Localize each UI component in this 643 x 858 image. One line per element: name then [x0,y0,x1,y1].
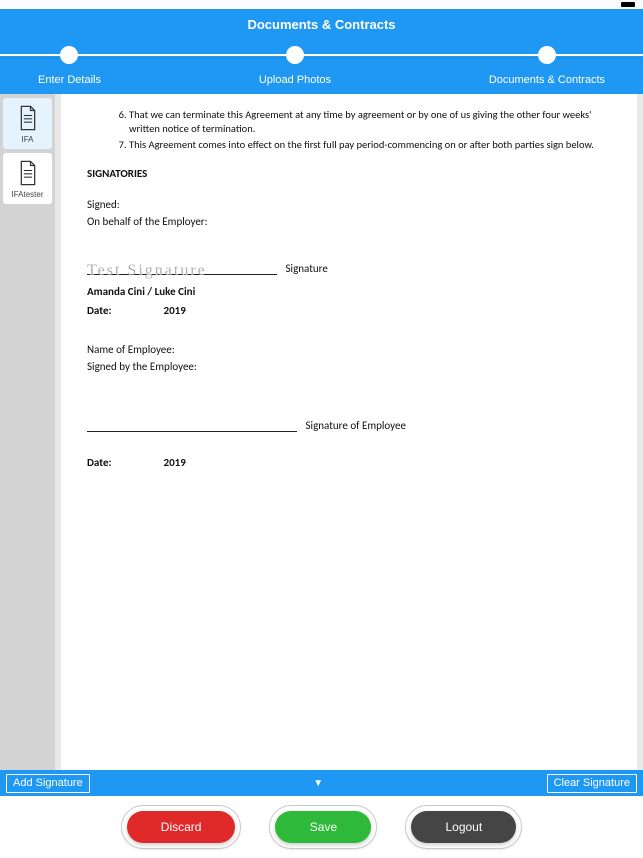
step-enter-details[interactable]: Enter Details [38,46,101,86]
signature-caption: Signature [286,262,328,275]
step-documents-contracts[interactable]: Documents & Contracts [489,46,605,86]
signature-caption: Signature of Employee [306,419,406,432]
device-status-bar [0,0,643,9]
signed-by-employee-label: Signed by the Employee: [87,360,611,373]
signed-label: Signed: [87,198,611,211]
clause-list: That we can terminate this Agreement at … [87,108,611,153]
date-label: Date: [87,456,161,469]
signature-action-bar: Add Signature ▼ Clear Signature [0,770,643,796]
document-page: That we can terminate this Agreement at … [61,94,637,770]
step-upload-photos[interactable]: Upload Photos [259,46,331,86]
employer-signature-value: Test Signature [87,262,207,280]
button-frame: Discard [121,805,242,849]
footer-button-bar: Discard Save Logout [0,796,643,858]
signature-line[interactable]: Test Signature [87,256,277,275]
employee-signature-block: Signature of Employee [87,419,611,432]
button-frame: Logout [405,805,522,849]
step-label: Documents & Contracts [489,74,605,86]
thumbnail-label: IFAtester [5,190,50,199]
discard-button[interactable]: Discard [127,811,236,843]
progress-stepper: Enter Details Upload Photos Documents & … [0,46,643,94]
step-label: Enter Details [38,74,101,86]
document-viewport[interactable]: That we can terminate this Agreement at … [55,94,643,770]
step-dot-icon [286,46,304,64]
button-frame: Save [269,805,377,849]
employer-date-row: Date: 2019 [87,304,611,317]
chevron-down-icon: ▼ [313,778,323,789]
date-label: Date: [87,304,161,317]
step-dot-icon [60,46,78,64]
step-label: Upload Photos [259,74,331,86]
document-icon [5,160,50,186]
step-dot-icon [538,46,556,64]
page-title: Documents & Contracts [0,17,643,46]
clause-item: That we can terminate this Agreement at … [129,108,611,136]
document-thumbnail-rail: IFA IFAtester [0,94,55,770]
signatories-heading: SIGNATORIES [87,167,611,180]
thumbnail-ifa[interactable]: IFA [3,98,52,149]
employee-name-label: Name of Employee: [87,343,611,356]
save-button[interactable]: Save [275,811,371,843]
add-signature-button[interactable]: Add Signature [6,774,90,793]
clear-signature-button[interactable]: Clear Signature [547,774,637,793]
thumbnail-label: IFA [5,135,50,144]
employee-date-row: Date: 2019 [87,456,611,469]
date-year: 2019 [164,304,186,317]
employer-names: Amanda Cini / Luke Cini [87,285,611,298]
thumbnail-ifatester[interactable]: IFAtester [3,153,52,204]
employer-signature-block: Test Signature Signature [87,256,611,275]
clause-item: This Agreement comes into effect on the … [129,138,611,152]
signature-line[interactable] [87,431,297,432]
main-area: IFA IFAtester That we can terminate this… [0,94,643,770]
on-behalf-label: On behalf of the Employer: [87,215,611,228]
app-header: Documents & Contracts Enter Details Uplo… [0,9,643,94]
signature-dropdown[interactable]: ▼ [90,778,547,789]
logout-button[interactable]: Logout [411,811,516,843]
document-icon [5,105,50,131]
date-year: 2019 [164,456,186,469]
